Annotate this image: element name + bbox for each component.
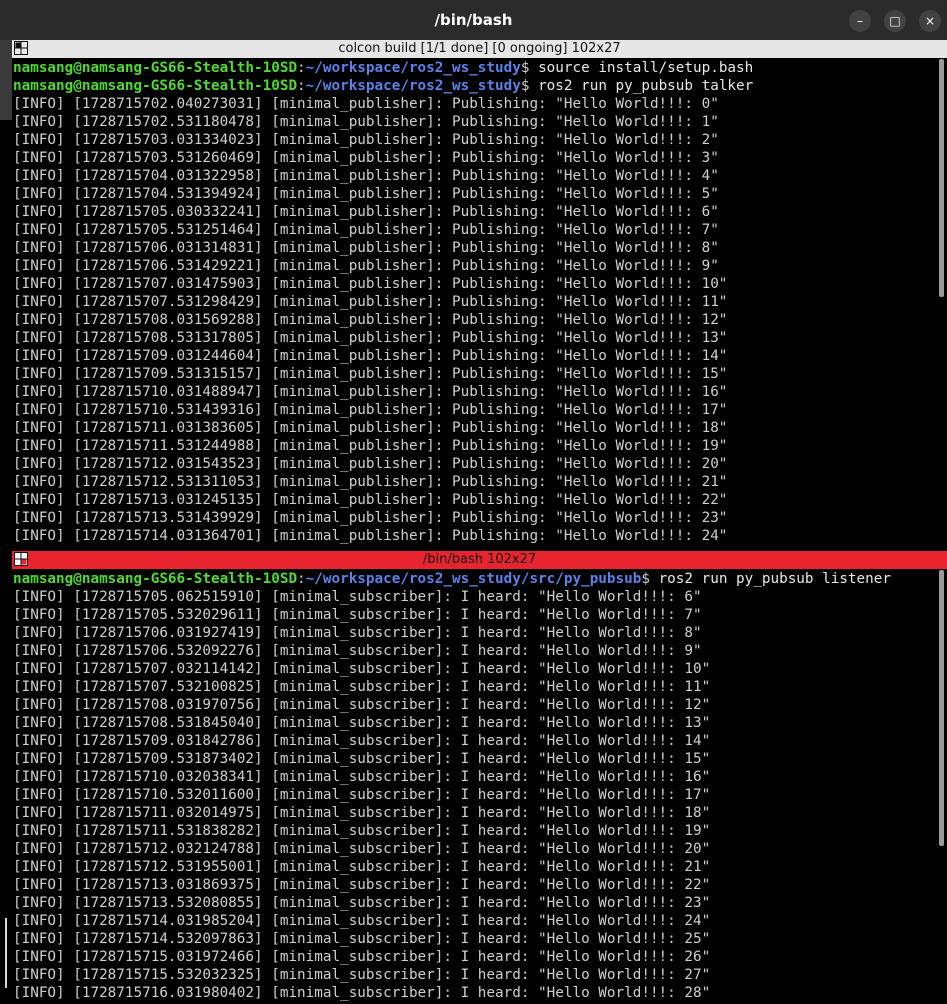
log-line: [INFO] [1728715708.531845040] [minimal_s… (13, 715, 711, 731)
log-line: [INFO] [1728715708.031970756] [minimal_s… (13, 697, 711, 713)
prompt-line: namsang@namsang-GS66-Stealth-10SD:~/work… (13, 78, 754, 94)
log-line: [INFO] [1728715705.062515910] [minimal_s… (13, 589, 702, 605)
log-line: [INFO] [1728715711.031383605] [minimal_p… (13, 420, 728, 436)
log-line: [INFO] [1728715707.032114142] [minimal_s… (13, 661, 711, 677)
log-line: [INFO] [1728715707.531298429] [minimal_p… (13, 294, 728, 310)
prompt-user: namsang@namsang-GS66-Stealth-10SD (13, 60, 298, 76)
log-line: [INFO] [1728715705.531251464] [minimal_p… (13, 222, 719, 238)
minimize-button[interactable]: – (849, 10, 871, 32)
split-pane-icon[interactable] (14, 41, 28, 55)
log-line: [INFO] [1728715702.040273031] [minimal_p… (13, 96, 719, 112)
log-line: [INFO] [1728715714.031364701] [minimal_p… (13, 528, 728, 544)
prompt-line: namsang@namsang-GS66-Stealth-10SD:~/work… (13, 571, 891, 587)
maximize-button[interactable]: □ (884, 10, 906, 32)
log-line: [INFO] [1728715705.030332241] [minimal_p… (13, 204, 719, 220)
command-text: ros2 run py_pubsub listener (658, 571, 891, 587)
log-line: [INFO] [1728715716.031980402] [minimal_s… (13, 985, 711, 1001)
log-line: [INFO] [1728715711.531838282] [minimal_s… (13, 823, 711, 839)
log-line: [INFO] [1728715714.031985204] [minimal_s… (13, 913, 711, 929)
log-line: [INFO] [1728715707.532100825] [minimal_s… (13, 679, 711, 695)
log-line: [INFO] [1728715707.031475903] [minimal_p… (13, 276, 728, 292)
log-line: [INFO] [1728715708.031569288] [minimal_p… (13, 312, 728, 328)
log-line: [INFO] [1728715706.531429221] [minimal_p… (13, 258, 719, 274)
prompt-user: namsang@namsang-GS66-Stealth-10SD (13, 78, 298, 94)
log-line: [INFO] [1728715703.531260469] [minimal_p… (13, 150, 719, 166)
log-line: [INFO] [1728715712.032124788] [minimal_s… (13, 841, 711, 857)
log-line: [INFO] [1728715712.531311053] [minimal_p… (13, 474, 728, 490)
window-titlebar[interactable]: /bin/bash – □ × (0, 0, 947, 40)
log-line: [INFO] [1728715704.531394924] [minimal_p… (13, 186, 719, 202)
log-line: [INFO] [1728715702.531180478] [minimal_p… (13, 114, 719, 130)
window-title: /bin/bash (434, 11, 513, 29)
split-pane-icon[interactable] (14, 552, 28, 566)
log-line: [INFO] [1728715703.031334023] [minimal_p… (13, 132, 719, 148)
log-line: [INFO] [1728715714.532097863] [minimal_s… (13, 931, 711, 947)
log-line: [INFO] [1728715713.031869375] [minimal_s… (13, 877, 711, 893)
command-text: ros2 run py_pubsub talker (538, 78, 754, 94)
bottom-pane-title: /bin/bash 102x27 (422, 552, 537, 567)
log-line: [INFO] [1728715708.531317805] [minimal_p… (13, 330, 728, 346)
log-line: [INFO] [1728715709.031842786] [minimal_s… (13, 733, 711, 749)
prompt-path: ~/workspace/ros2_ws_study/src/py_pubsub (305, 571, 642, 587)
terminal-window: /bin/bash – □ × colcon build [1/1 done] … (0, 0, 947, 1004)
log-line: [INFO] [1728715709.531315157] [minimal_p… (13, 366, 728, 382)
log-line: [INFO] [1728715711.531244988] [minimal_p… (13, 438, 728, 454)
bottom-pane-header[interactable]: /bin/bash 102x27 (12, 551, 947, 569)
top-pane-title: colcon build [1/1 done] [0 ongoing] 102x… (338, 41, 621, 56)
log-line: [INFO] [1728715713.031245135] [minimal_p… (13, 492, 728, 508)
window-edge-marker (5, 918, 7, 988)
log-line: [INFO] [1728715713.532080855] [minimal_s… (13, 895, 711, 911)
log-line: [INFO] [1728715715.031972466] [minimal_s… (13, 949, 711, 965)
prompt-path: ~/workspace/ros2_ws_study (305, 60, 521, 76)
top-pane-output[interactable]: namsang@namsang-GS66-Stealth-10SD:~/work… (13, 59, 937, 545)
log-line: [INFO] [1728715705.532029611] [minimal_s… (13, 607, 702, 623)
close-button[interactable]: × (919, 10, 941, 32)
top-pane-scrollbar[interactable] (939, 59, 944, 297)
command-text: source install/setup.bash (538, 60, 754, 76)
log-line: [INFO] [1728715712.531955001] [minimal_s… (13, 859, 711, 875)
log-line: [INFO] [1728715706.031314831] [minimal_p… (13, 240, 719, 256)
log-line: [INFO] [1728715715.532032325] [minimal_s… (13, 967, 711, 983)
log-line: [INFO] [1728715706.031927419] [minimal_s… (13, 625, 702, 641)
prompt-line: namsang@namsang-GS66-Stealth-10SD:~/work… (13, 60, 754, 76)
bottom-pane-scrollbar[interactable] (939, 570, 944, 846)
left-edge-strip (0, 40, 12, 120)
log-line: [INFO] [1728715704.031322958] [minimal_p… (13, 168, 719, 184)
log-line: [INFO] [1728715710.032038341] [minimal_s… (13, 769, 711, 785)
log-line: [INFO] [1728715711.032014975] [minimal_s… (13, 805, 711, 821)
log-line: [INFO] [1728715709.031244604] [minimal_p… (13, 348, 728, 364)
log-line: [INFO] [1728715710.031488947] [minimal_p… (13, 384, 728, 400)
log-line: [INFO] [1728715709.531873402] [minimal_s… (13, 751, 711, 767)
log-line: [INFO] [1728715706.532092276] [minimal_s… (13, 643, 702, 659)
top-pane-header[interactable]: colcon build [1/1 done] [0 ongoing] 102x… (12, 40, 947, 58)
prompt-user: namsang@namsang-GS66-Stealth-10SD (13, 571, 298, 587)
prompt-path: ~/workspace/ros2_ws_study (305, 78, 521, 94)
bottom-pane-output[interactable]: namsang@namsang-GS66-Stealth-10SD:~/work… (13, 570, 937, 1004)
log-line: [INFO] [1728715710.531439316] [minimal_p… (13, 402, 728, 418)
log-line: [INFO] [1728715710.532011600] [minimal_s… (13, 787, 711, 803)
log-line: [INFO] [1728715713.531439929] [minimal_p… (13, 510, 728, 526)
log-line: [INFO] [1728715712.031543523] [minimal_p… (13, 456, 728, 472)
